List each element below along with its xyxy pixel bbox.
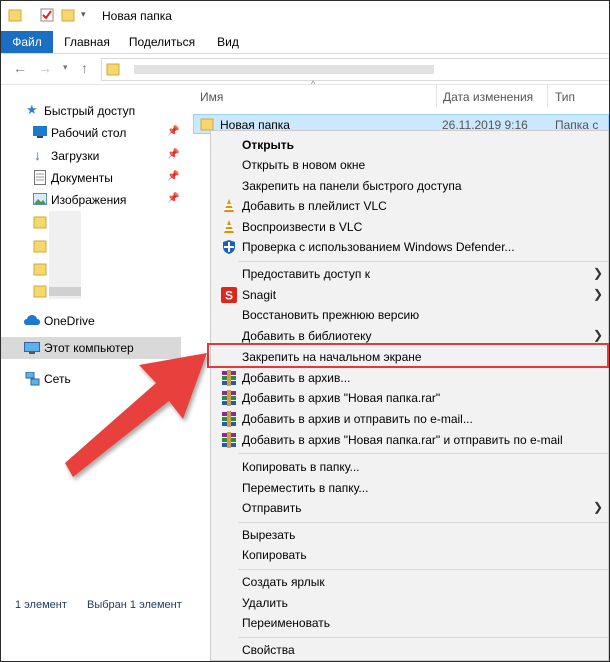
explorer-window: ▾ Новая папка Файл Главная Поделиться Ви…	[0, 0, 610, 662]
annotation-arrow	[65, 353, 207, 477]
